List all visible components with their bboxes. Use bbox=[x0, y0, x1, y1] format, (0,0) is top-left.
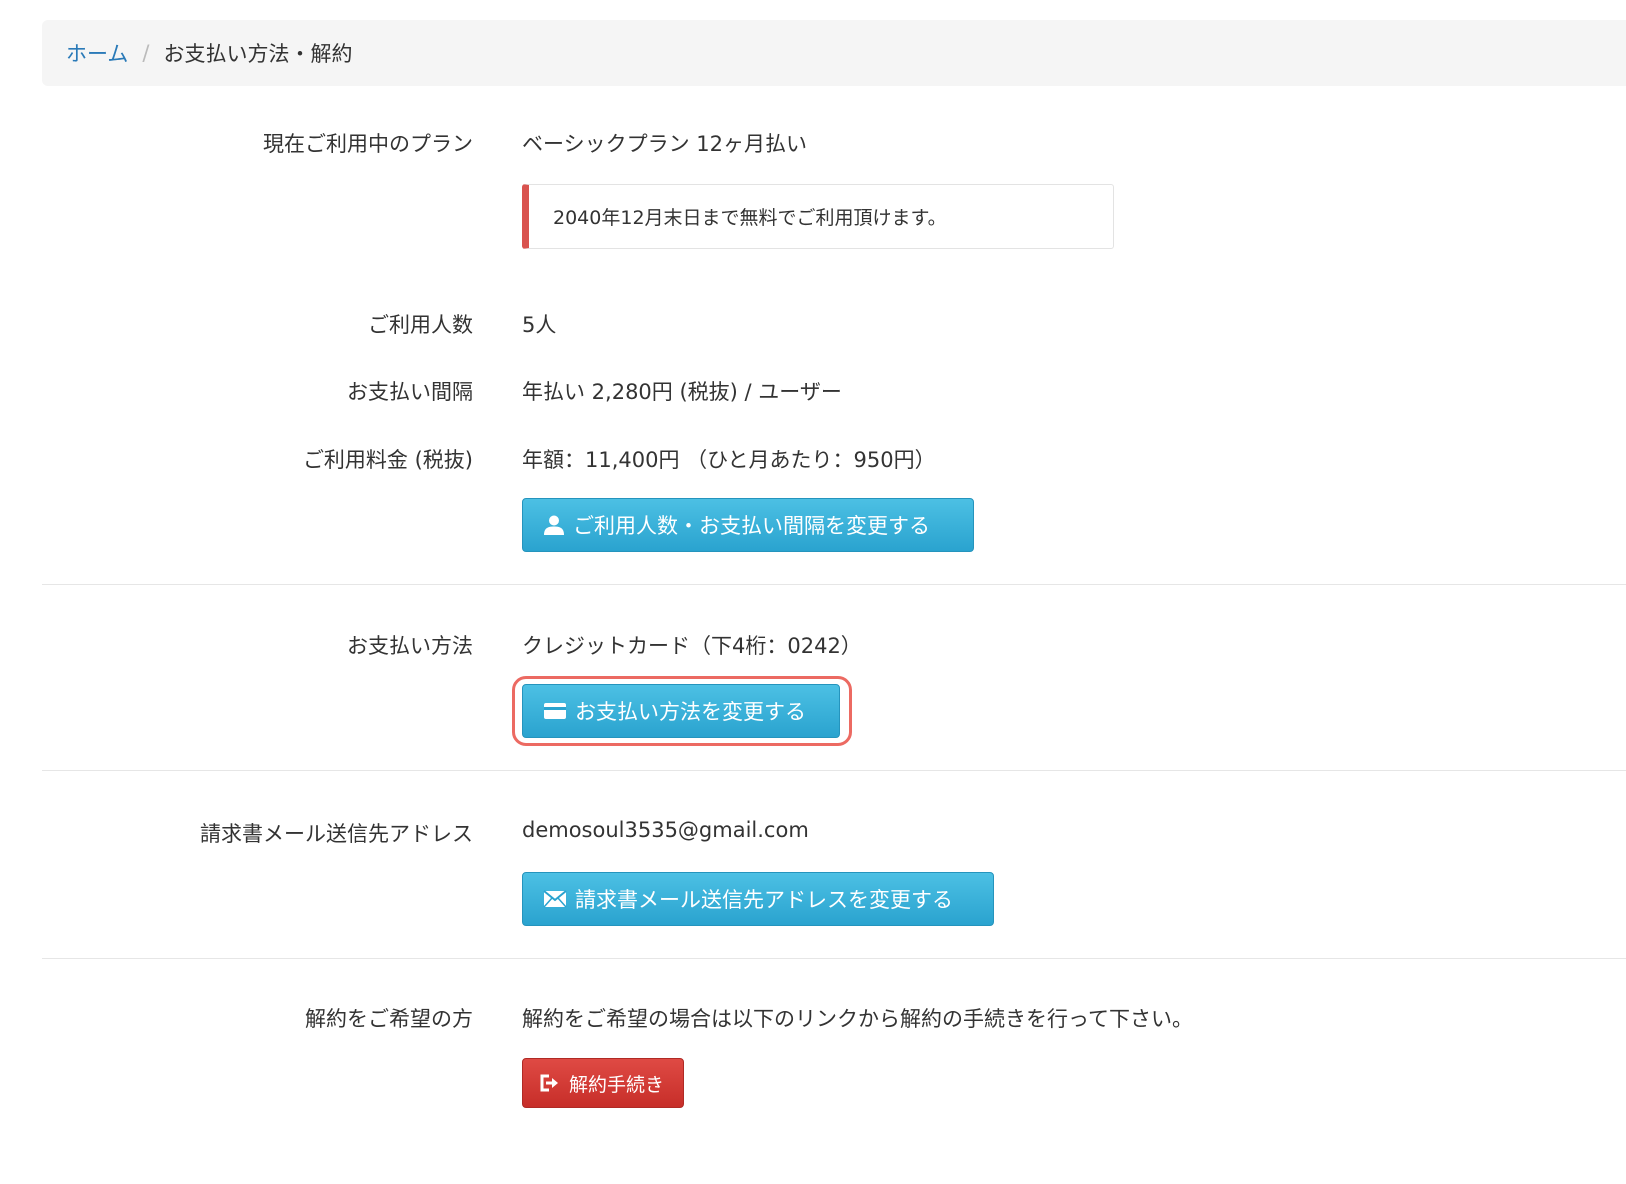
fee-value: 年額：11,400円 （ひと月あたり：950円） bbox=[522, 448, 936, 472]
email-value: demosoul3535@gmail.com bbox=[522, 818, 809, 842]
envelope-icon bbox=[543, 890, 567, 908]
plan-label: 現在ご利用中のプラン bbox=[263, 132, 473, 156]
plan-value: ベーシックプラン 12ヶ月払い bbox=[522, 132, 807, 156]
plan-notice: 2040年12月末日まで無料でご利用頂けます。 bbox=[522, 184, 1114, 249]
breadcrumb-home-link[interactable]: ホーム bbox=[66, 38, 128, 68]
interval-value: 年払い 2,280円 (税抜) / ユーザー bbox=[522, 380, 842, 404]
page: ホーム / お支払い方法・解約 現在ご利用中のプラン ベーシックプラン 12ヶ月… bbox=[0, 0, 1626, 1184]
user-icon bbox=[543, 514, 565, 536]
credit-card-icon bbox=[543, 702, 567, 720]
cancellation-label: 解約をご希望の方 bbox=[305, 1007, 473, 1031]
log-out-icon bbox=[539, 1073, 561, 1093]
section-divider bbox=[42, 958, 1626, 959]
change-email-button-label: 請求書メール送信先アドレスを変更する bbox=[575, 888, 953, 912]
change-email-button[interactable]: 請求書メール送信先アドレスを変更する bbox=[522, 872, 994, 926]
plan-notice-text: 2040年12月末日まで無料でご利用頂けます。 bbox=[553, 207, 947, 229]
change-payment-button-label: お支払い方法を変更する bbox=[575, 700, 806, 724]
cancel-button[interactable]: 解約手続き bbox=[522, 1058, 684, 1108]
breadcrumb-current: お支払い方法・解約 bbox=[163, 42, 353, 66]
payment-label: お支払い方法 bbox=[347, 634, 473, 658]
payment-value: クレジットカード（下4桁：0242） bbox=[522, 634, 862, 658]
section-divider bbox=[42, 770, 1626, 771]
change-users-button-label: ご利用人数・お支払い間隔を変更する bbox=[573, 514, 930, 538]
users-label: ご利用人数 bbox=[368, 313, 473, 337]
cancellation-value: 解約をご希望の場合は以下のリンクから解約の手続きを行って下さい。 bbox=[522, 1007, 1193, 1031]
email-label: 請求書メール送信先アドレス bbox=[200, 822, 473, 846]
fee-label: ご利用料金 (税抜) bbox=[302, 448, 473, 472]
breadcrumb: ホーム / お支払い方法・解約 bbox=[42, 20, 1626, 86]
users-value: 5人 bbox=[522, 313, 557, 337]
breadcrumb-separator: / bbox=[142, 41, 150, 65]
section-divider bbox=[42, 584, 1626, 585]
change-users-button[interactable]: ご利用人数・お支払い間隔を変更する bbox=[522, 498, 974, 552]
interval-label: お支払い間隔 bbox=[347, 380, 473, 404]
cancel-button-label: 解約手続き bbox=[569, 1073, 665, 1096]
change-payment-button[interactable]: お支払い方法を変更する bbox=[522, 684, 840, 738]
